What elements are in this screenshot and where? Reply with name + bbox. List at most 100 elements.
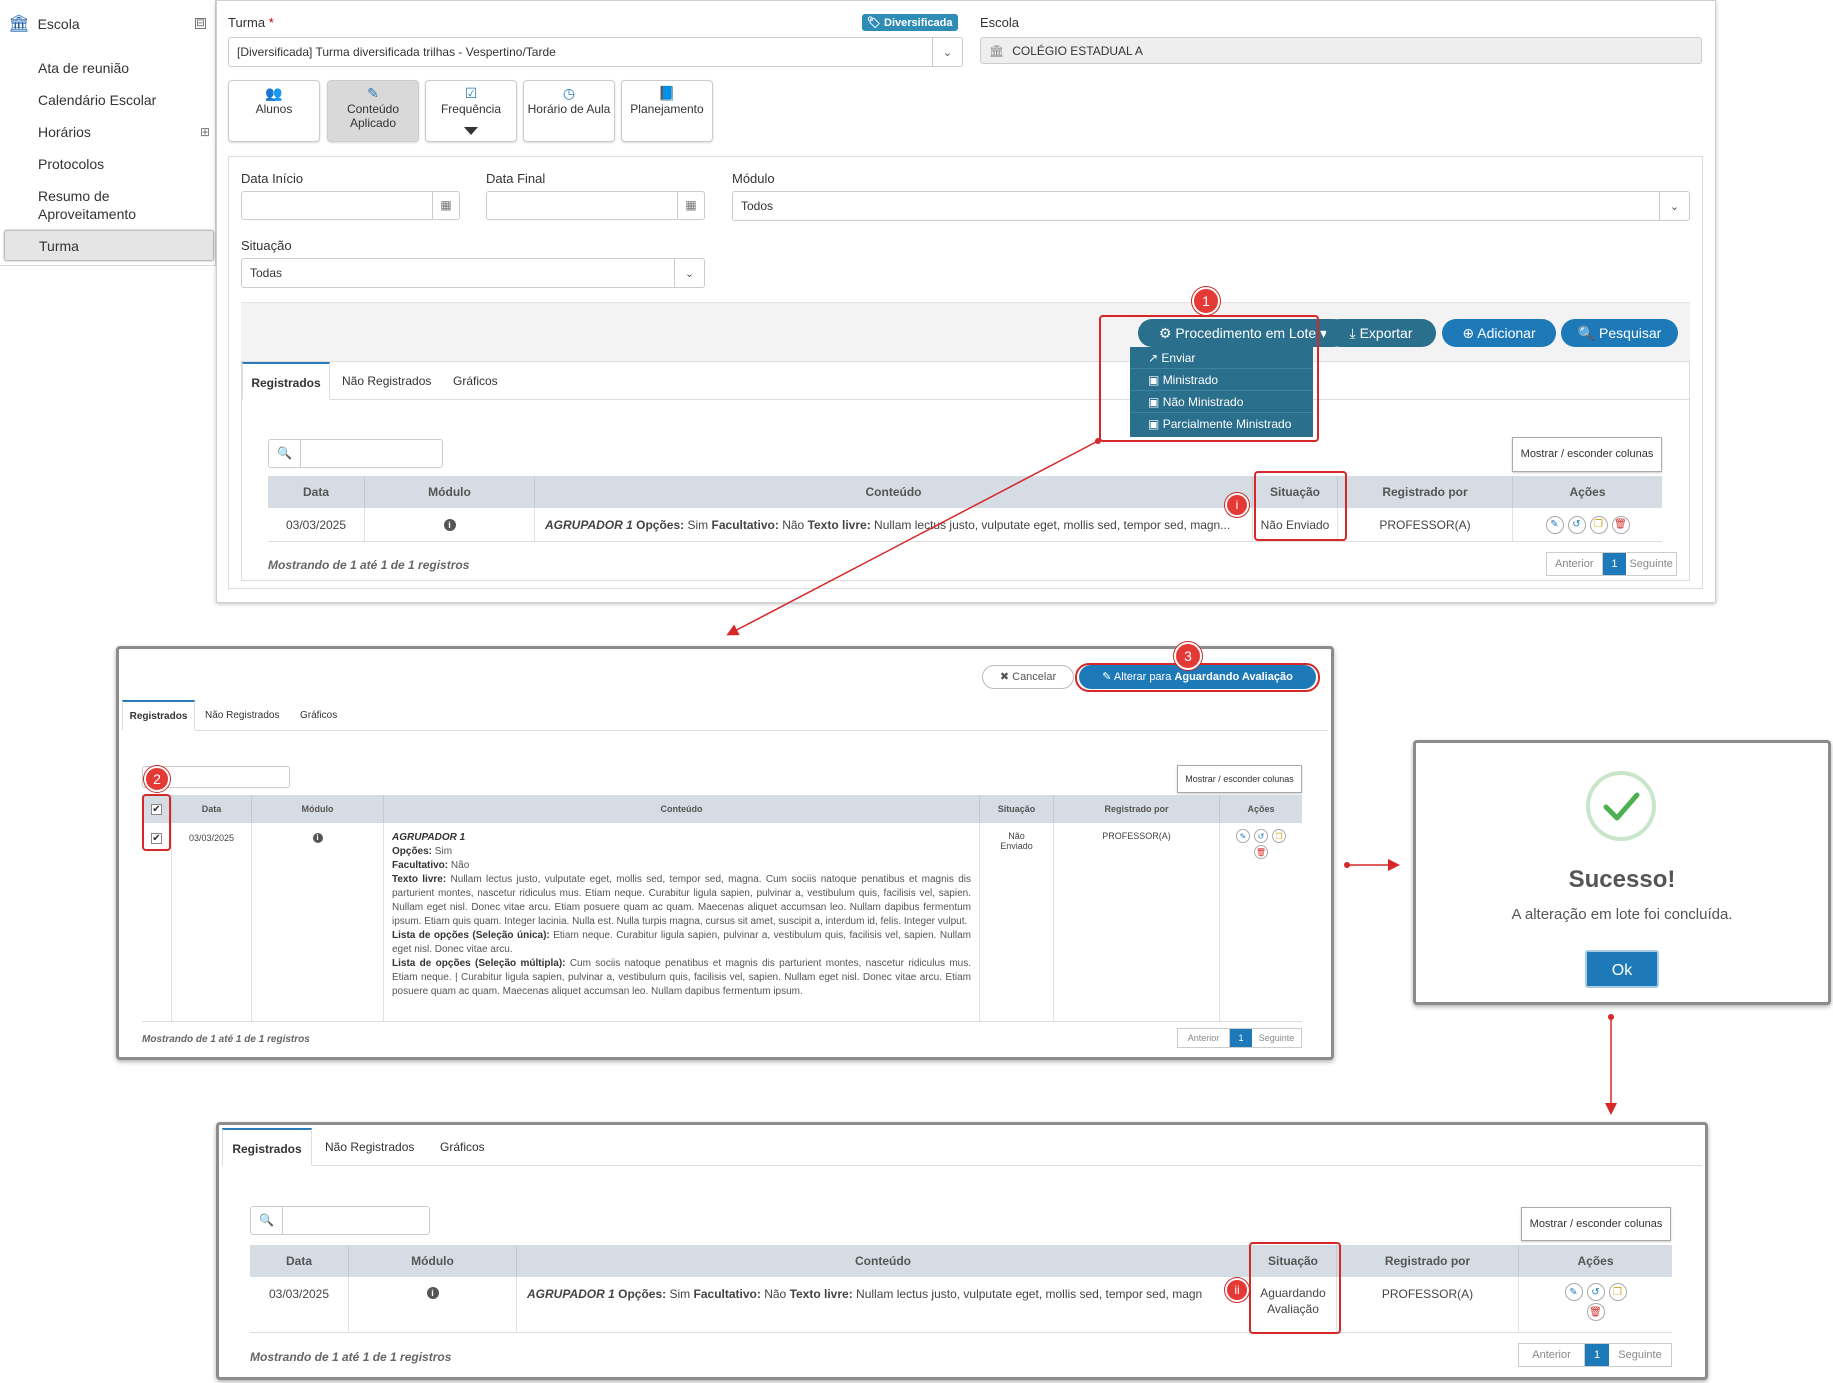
filter-box: Data Início ▦ Data Final ▦ Módulo Todos … [228,156,1703,589]
tab-registrados[interactable]: Registrados [122,700,195,731]
tile-alunos[interactable]: 👥 Alunos [228,80,320,142]
cell-modulo: i [365,508,535,541]
prev-page-button[interactable]: Anterior [1519,1344,1585,1366]
sidebar-item-calendario[interactable]: Calendário Escolar [38,91,208,109]
undo-icon[interactable]: ↺ [1567,515,1586,534]
table-search-input[interactable]: 🔍 [268,439,443,468]
prev-page-button[interactable]: Anterior [1178,1029,1230,1047]
col-conteudo[interactable]: Conteúdo [517,1245,1250,1277]
copy-icon[interactable]: ❐ [1589,515,1608,534]
exportar-button[interactable]: ⤓ Exportar [1326,319,1436,347]
trash-icon[interactable]: 🗑 [1586,1303,1605,1321]
tab-registrados[interactable]: Registrados [242,362,330,400]
step-2-marker: 2 [144,766,170,792]
edit-icon[interactable]: ✎ [1564,1283,1583,1301]
expand-toggle-icon[interactable]: ⊞ [200,123,210,141]
toggle-columns-button[interactable]: Mostrar / esconder colunas [1512,437,1662,472]
data-inicio-label: Data Início [241,171,304,186]
sidebar-item-protocolos[interactable]: Protocolos [38,155,208,173]
table-info: Mostrando de 1 até 1 de 1 registros [250,1350,452,1364]
situacao-select[interactable]: Todas ⌄ [241,258,705,288]
undo-icon[interactable]: ↺ [1254,829,1268,843]
tabs-bar: Registrados Não Registrados Gráficos [222,1128,1702,1166]
tab-nao-registrados[interactable]: Não Registrados [325,1128,425,1166]
prev-page-button[interactable]: Anterior [1547,553,1603,575]
info-icon[interactable]: i [443,518,456,531]
check-square-icon: ☑ [464,85,478,101]
col-acoes: Ações [1247,804,1275,814]
cell-registrado-por: PROFESSOR(A) [1337,1277,1519,1332]
modulo-label: Módulo [732,171,775,186]
success-message: A alteração em lote foi concluída. [1511,906,1733,923]
trash-icon[interactable]: 🗑 [1611,515,1630,534]
tab-registrados[interactable]: Registrados [222,1128,312,1166]
page-1-button[interactable]: 1 [1602,553,1627,575]
toggle-columns-button[interactable]: Mostrar / esconder colunas [1177,765,1302,793]
cell-data: 03/03/2025 [268,508,365,541]
col-registrado-por[interactable]: Registrado por [1338,476,1513,508]
results-area: ⚙ Procedimento em Lote ▾ ⤓ Exportar ⊕ Ad… [241,302,1690,581]
modulo-select[interactable]: Todos ⌄ [732,191,1690,221]
col-modulo[interactable]: Módulo [349,1245,517,1277]
sidebar-item-ata[interactable]: Ata de reunião [38,59,208,77]
col-data[interactable]: Data [250,1245,349,1277]
situacao-label: Situação [241,238,292,253]
arrow-origin-dot [1344,862,1350,868]
ok-button[interactable]: Ok [1585,950,1659,988]
col-data[interactable]: Data [268,476,365,508]
sidebar-item-horarios[interactable]: Horários ⊞ [38,123,210,141]
turma-select[interactable]: [Diversificada] Turma diversificada tril… [228,37,963,67]
cell-select: ✔ [142,823,172,1021]
col-situacao[interactable]: Situação [980,795,1054,823]
col-registrado-por[interactable]: Registrado por [1337,1245,1519,1277]
close-icon: ✖ [999,671,1010,683]
page-1-button[interactable]: 1 [1585,1344,1609,1366]
table-header: ✔ Data Módulo Conteúdo Situação Registra… [142,795,1302,823]
tab-graficos[interactable]: Gráficos [453,362,513,400]
sidebar-title: Escola [37,16,80,32]
result-panel: Registrados Não Registrados Gráficos 🔍 M… [216,1122,1708,1380]
data-inicio-input[interactable]: ▦ [241,191,460,220]
tile-planejamento[interactable]: 📘 Planejamento [621,80,713,142]
undo-icon[interactable]: ↺ [1586,1283,1605,1301]
info-icon[interactable]: i [426,1287,439,1299]
collapse-toggle-icon[interactable]: ⊟ [195,18,206,29]
chevron-down-icon: ⌄ [932,38,962,66]
cancel-button[interactable]: ✖ Cancelar [982,665,1074,689]
calendar-icon[interactable]: ▦ [432,192,459,219]
col-registrado-por[interactable]: Registrado por [1054,795,1220,823]
page-1-button[interactable]: 1 [1230,1029,1252,1047]
table-header: Data Módulo Conteúdo Situação Registrado… [268,476,1662,508]
tab-graficos[interactable]: Gráficos [300,700,337,731]
tab-graficos[interactable]: Gráficos [440,1128,500,1166]
data-final-input[interactable]: ▦ [486,191,705,220]
next-page-button[interactable]: Seguinte [1626,553,1676,575]
toggle-columns-button[interactable]: Mostrar / esconder colunas [1521,1207,1671,1241]
tab-nao-registrados[interactable]: Não Registrados [342,362,442,400]
adicionar-button[interactable]: ⊕ Adicionar [1442,319,1556,347]
col-modulo[interactable]: Módulo [365,476,535,508]
table-search-input[interactable]: 🔍 [250,1206,430,1235]
copy-icon[interactable]: ❐ [1272,829,1286,843]
col-data[interactable]: Data [172,795,252,823]
col-acoes: Ações [1577,1254,1614,1268]
col-conteudo[interactable]: Conteúdo [384,795,980,823]
copy-icon[interactable]: ❐ [1608,1283,1627,1301]
col-conteudo[interactable]: Conteúdo [535,476,1253,508]
tile-frequencia[interactable]: ☑ Frequência [425,80,517,142]
trash-icon[interactable]: 🗑 [1254,845,1268,859]
col-modulo[interactable]: Módulo [252,795,384,823]
sidebar-item-resumo[interactable]: Resumo de Aproveitamento [38,187,208,223]
next-page-button[interactable]: Seguinte [1252,1029,1301,1047]
edit-icon[interactable]: ✎ [1545,515,1564,534]
tab-nao-registrados[interactable]: Não Registrados [205,700,279,731]
sidebar-header[interactable]: 🏛 Escola ⊟ [8,10,208,38]
pesquisar-button[interactable]: 🔍 Pesquisar [1561,319,1678,347]
info-icon[interactable]: i [312,833,323,843]
calendar-icon[interactable]: ▦ [677,192,704,219]
next-page-button[interactable]: Seguinte [1609,1344,1671,1366]
tile-horario-aula[interactable]: ◷ Horário de Aula [523,80,615,142]
tile-conteudo-aplicado[interactable]: ✎ Conteúdo Aplicado [327,80,419,142]
edit-icon[interactable]: ✎ [1236,829,1250,843]
sidebar-item-turma[interactable]: Turma [4,230,214,261]
